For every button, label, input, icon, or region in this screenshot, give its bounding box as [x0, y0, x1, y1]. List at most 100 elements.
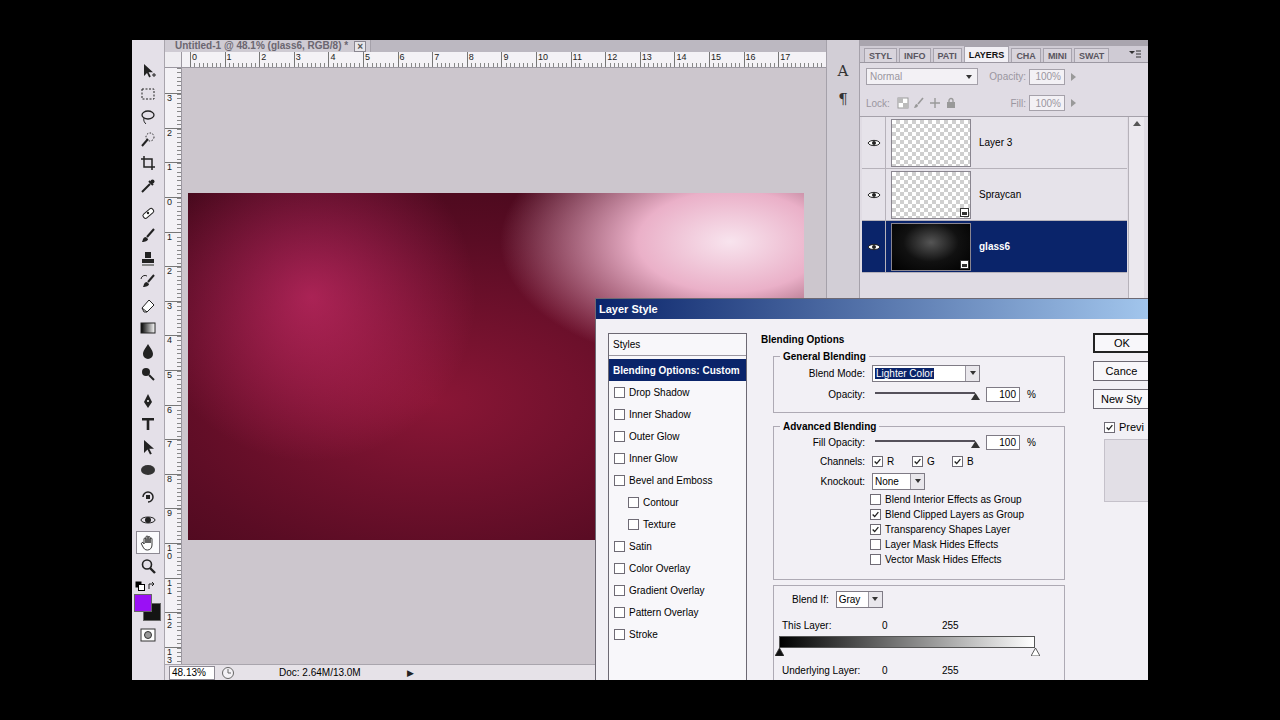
layer-thumbnail[interactable] [891, 119, 971, 167]
channel-checkbox[interactable] [912, 456, 923, 467]
healing-brush-tool[interactable] [136, 201, 160, 224]
visibility-toggle[interactable] [862, 117, 886, 168]
style-item[interactable]: Satin [609, 535, 746, 557]
panel-tab[interactable]: CHA [1011, 48, 1041, 62]
layer-row[interactable]: glass6 [862, 221, 1127, 273]
style-item[interactable]: Outer Glow [609, 425, 746, 447]
panel-tab[interactable]: LAYERS [964, 46, 1010, 62]
option-checkbox[interactable] [870, 509, 881, 520]
quick-selection-tool[interactable] [136, 128, 160, 151]
option-checkbox[interactable] [870, 539, 881, 550]
zoom-field[interactable]: 48.13% [169, 666, 215, 680]
style-item[interactable]: Bevel and Emboss [609, 469, 746, 491]
style-checkbox[interactable] [614, 541, 625, 552]
blend-mode-dropdown[interactable]: Normal [866, 68, 978, 85]
crop-tool[interactable] [136, 151, 160, 174]
gradient-tool[interactable] [136, 316, 160, 339]
new-style-button[interactable]: New Sty [1093, 389, 1148, 409]
dropdown-button[interactable] [910, 474, 924, 489]
dodge-tool[interactable] [136, 362, 160, 385]
panel-menu-icon[interactable] [1128, 49, 1142, 59]
style-item[interactable]: Blending Options: Custom [609, 359, 746, 381]
dropdown-button[interactable] [965, 366, 979, 381]
option-checkbox[interactable] [870, 524, 881, 535]
opacity-arrow-icon[interactable] [1068, 72, 1078, 82]
panel-tab[interactable]: PATI [933, 48, 962, 62]
cancel-button[interactable]: Cance [1093, 361, 1148, 381]
style-checkbox[interactable] [614, 475, 625, 486]
style-item[interactable]: Contour [609, 491, 746, 513]
paragraph-panel-button[interactable]: ¶ [831, 88, 855, 110]
lock-all-icon[interactable] [945, 97, 957, 109]
style-checkbox[interactable] [614, 563, 625, 574]
fill-arrow-icon[interactable] [1068, 98, 1078, 108]
style-checkbox[interactable] [614, 453, 625, 464]
style-checkbox[interactable] [614, 409, 625, 420]
status-icon[interactable] [221, 666, 235, 680]
opacity-field[interactable]: 100 [986, 387, 1020, 402]
layer-name[interactable]: Spraycan [979, 189, 1021, 200]
panel-tab[interactable]: SWAT [1074, 48, 1109, 62]
style-item[interactable]: Texture [609, 513, 746, 535]
style-checkbox[interactable] [614, 607, 625, 618]
layer-name[interactable]: glass6 [979, 241, 1010, 252]
blend-if-marker-icon[interactable] [1031, 648, 1040, 656]
visibility-toggle[interactable] [862, 221, 886, 272]
history-brush-tool[interactable] [136, 270, 160, 293]
slider-thumb-icon[interactable] [971, 441, 980, 448]
channel-checkbox[interactable] [952, 456, 963, 467]
pen-tool[interactable] [136, 389, 160, 412]
style-item[interactable]: Inner Shadow [609, 403, 746, 425]
layer-thumbnail[interactable] [891, 171, 971, 219]
type-tool[interactable] [136, 412, 160, 435]
panel-tab[interactable]: INFO [899, 48, 931, 62]
ellipse-tool[interactable] [136, 458, 160, 481]
ok-button[interactable]: OK [1093, 333, 1148, 353]
styles-header[interactable]: Styles [609, 334, 746, 356]
style-item[interactable]: Gradient Overlay [609, 579, 746, 601]
visibility-toggle[interactable] [862, 169, 886, 220]
foreground-color[interactable] [134, 594, 152, 612]
style-checkbox[interactable] [614, 387, 625, 398]
layer-name[interactable]: Layer 3 [979, 137, 1012, 148]
move-tool[interactable] [136, 59, 160, 82]
blend-if-dropdown[interactable]: Gray [836, 591, 883, 608]
lock-transparency-icon[interactable] [897, 97, 909, 109]
clone-stamp-tool[interactable] [136, 247, 160, 270]
marquee-tool[interactable] [136, 82, 160, 105]
status-menu-button[interactable]: ▶ [407, 668, 414, 678]
eraser-tool[interactable] [136, 293, 160, 316]
blur-tool[interactable] [136, 339, 160, 362]
zoom-tool[interactable] [136, 554, 160, 577]
option-checkbox[interactable] [870, 494, 881, 505]
dropdown-button[interactable] [868, 592, 882, 607]
close-tab-button[interactable]: × [354, 41, 366, 52]
style-item[interactable]: Inner Glow [609, 447, 746, 469]
3d-orbit-tool[interactable] [136, 508, 160, 531]
panel-tab[interactable]: STYL [864, 48, 897, 62]
style-checkbox[interactable] [614, 431, 625, 442]
fill-field[interactable]: 100% [1029, 95, 1065, 111]
quick-mask-icon[interactable] [140, 628, 156, 642]
default-colors-icon[interactable] [135, 581, 145, 591]
style-checkbox[interactable] [628, 497, 639, 508]
preview-checkbox[interactable] [1104, 422, 1115, 433]
blend-mode-dropdown[interactable]: Lighter Color [872, 365, 980, 382]
hand-tool[interactable] [136, 531, 160, 554]
panel-tab[interactable]: MINI [1043, 48, 1072, 62]
layer-row[interactable]: Layer 3 [862, 117, 1127, 169]
lock-brush-icon[interactable] [913, 97, 925, 109]
style-item[interactable]: Pattern Overlay [609, 601, 746, 623]
opacity-field[interactable]: 100% [1029, 69, 1065, 85]
lasso-tool[interactable] [136, 105, 160, 128]
style-item[interactable]: Color Overlay [609, 557, 746, 579]
slider-thumb-icon[interactable] [971, 393, 980, 400]
layer-row[interactable]: Spraycan [862, 169, 1127, 221]
brush-tool[interactable] [136, 224, 160, 247]
path-selection-tool[interactable] [136, 435, 160, 458]
ruler-origin[interactable] [165, 52, 182, 68]
swap-colors-icon[interactable] [147, 581, 157, 591]
style-checkbox[interactable] [628, 519, 639, 530]
fill-opacity-slider[interactable] [875, 436, 975, 448]
document-tab[interactable]: Untitled-1 @ 48.1% (glass6, RGB/8) *× [165, 40, 371, 52]
